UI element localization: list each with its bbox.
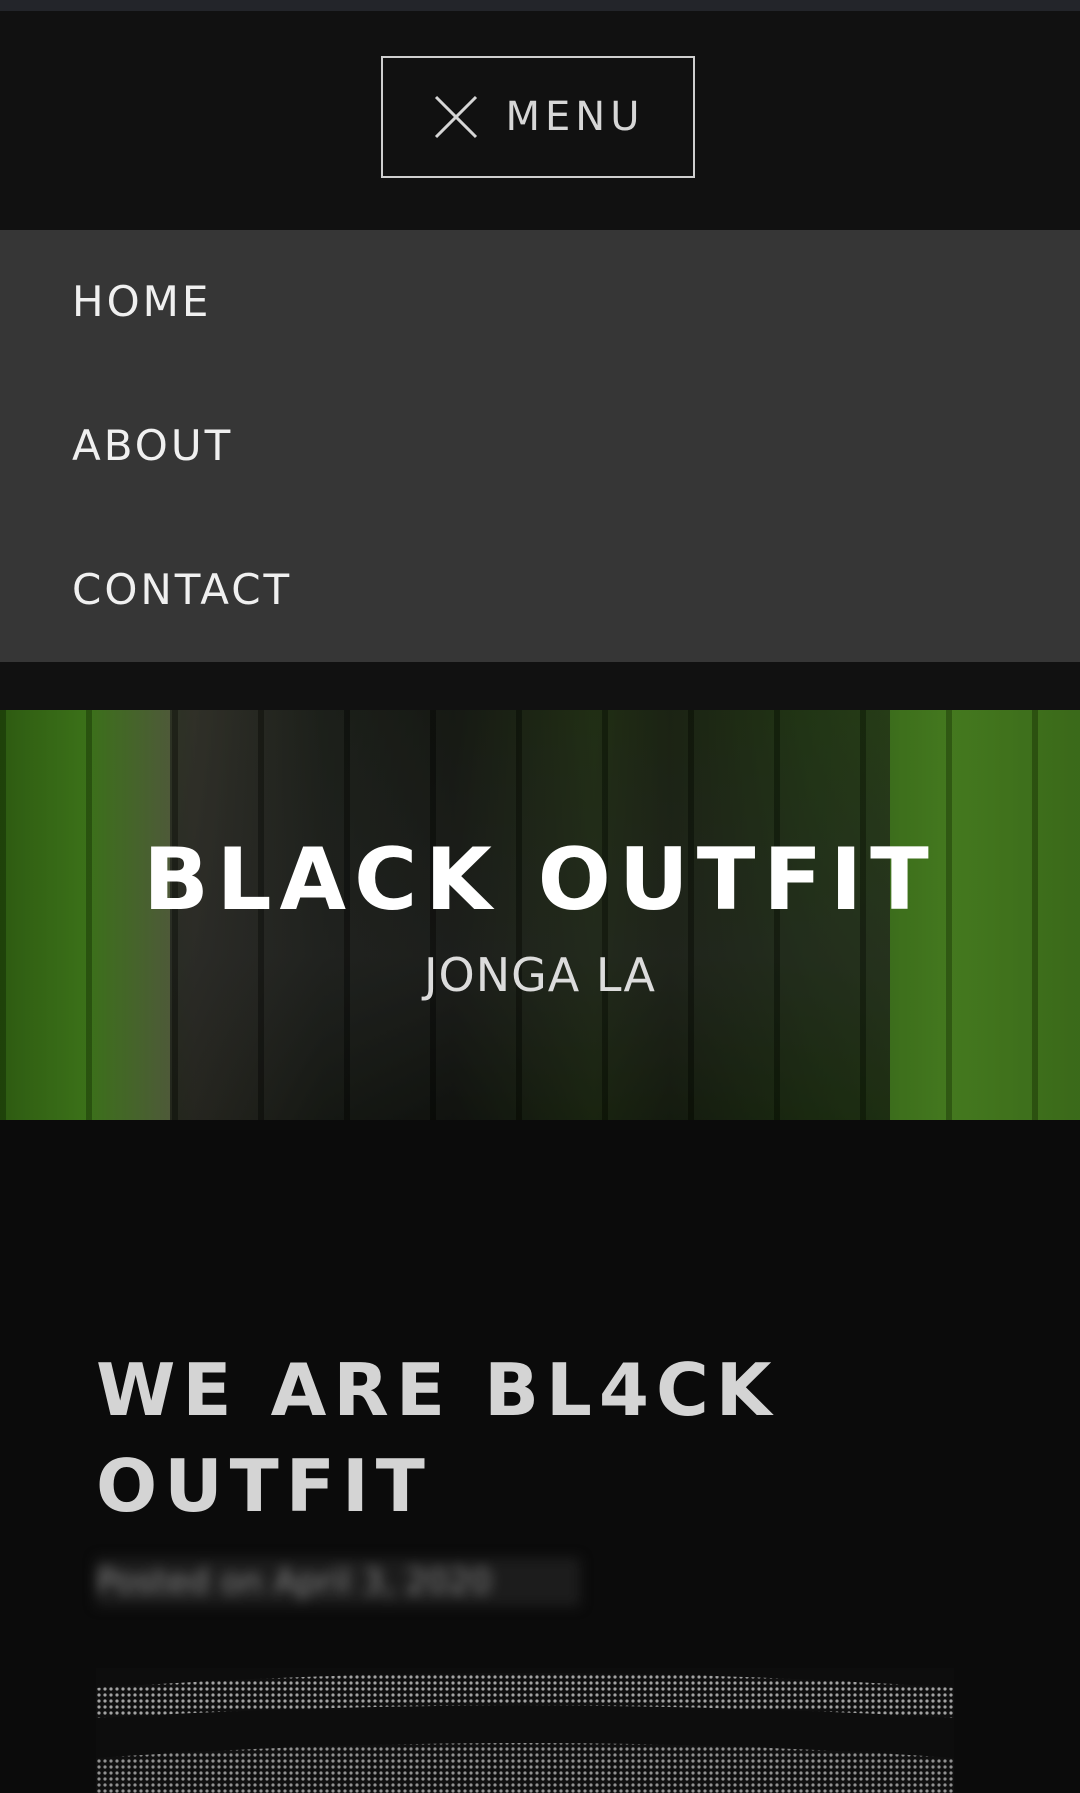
nav-item-about[interactable]: ABOUT bbox=[0, 374, 1080, 518]
close-icon bbox=[434, 95, 477, 139]
post-featured-image[interactable] bbox=[96, 1668, 954, 1793]
waveform-graphic bbox=[96, 1673, 954, 1793]
main-content: WE ARE BL4CK OUTFIT Posted on April 3, 2… bbox=[0, 1120, 1080, 1793]
post-title[interactable]: WE ARE BL4CK OUTFIT bbox=[96, 1342, 996, 1534]
post-date: Posted on April 3, 2020 bbox=[96, 1558, 580, 1606]
nav-item-home[interactable]: HOME bbox=[0, 230, 1080, 374]
top-strip bbox=[0, 0, 1080, 11]
site-tagline: JONGA LA bbox=[423, 948, 657, 1002]
main-navigation: HOME ABOUT CONTACT bbox=[0, 230, 1080, 662]
menu-toggle-button[interactable]: MENU bbox=[381, 56, 695, 178]
nav-item-contact[interactable]: CONTACT bbox=[0, 518, 1080, 662]
site-header: MENU bbox=[0, 11, 1080, 230]
hero-banner: BLACK OUTFIT JONGA LA bbox=[0, 710, 1080, 1120]
spacer bbox=[0, 662, 1080, 710]
menu-label: MENU bbox=[505, 94, 645, 140]
site-title[interactable]: BLACK OUTFIT bbox=[0, 830, 1080, 930]
